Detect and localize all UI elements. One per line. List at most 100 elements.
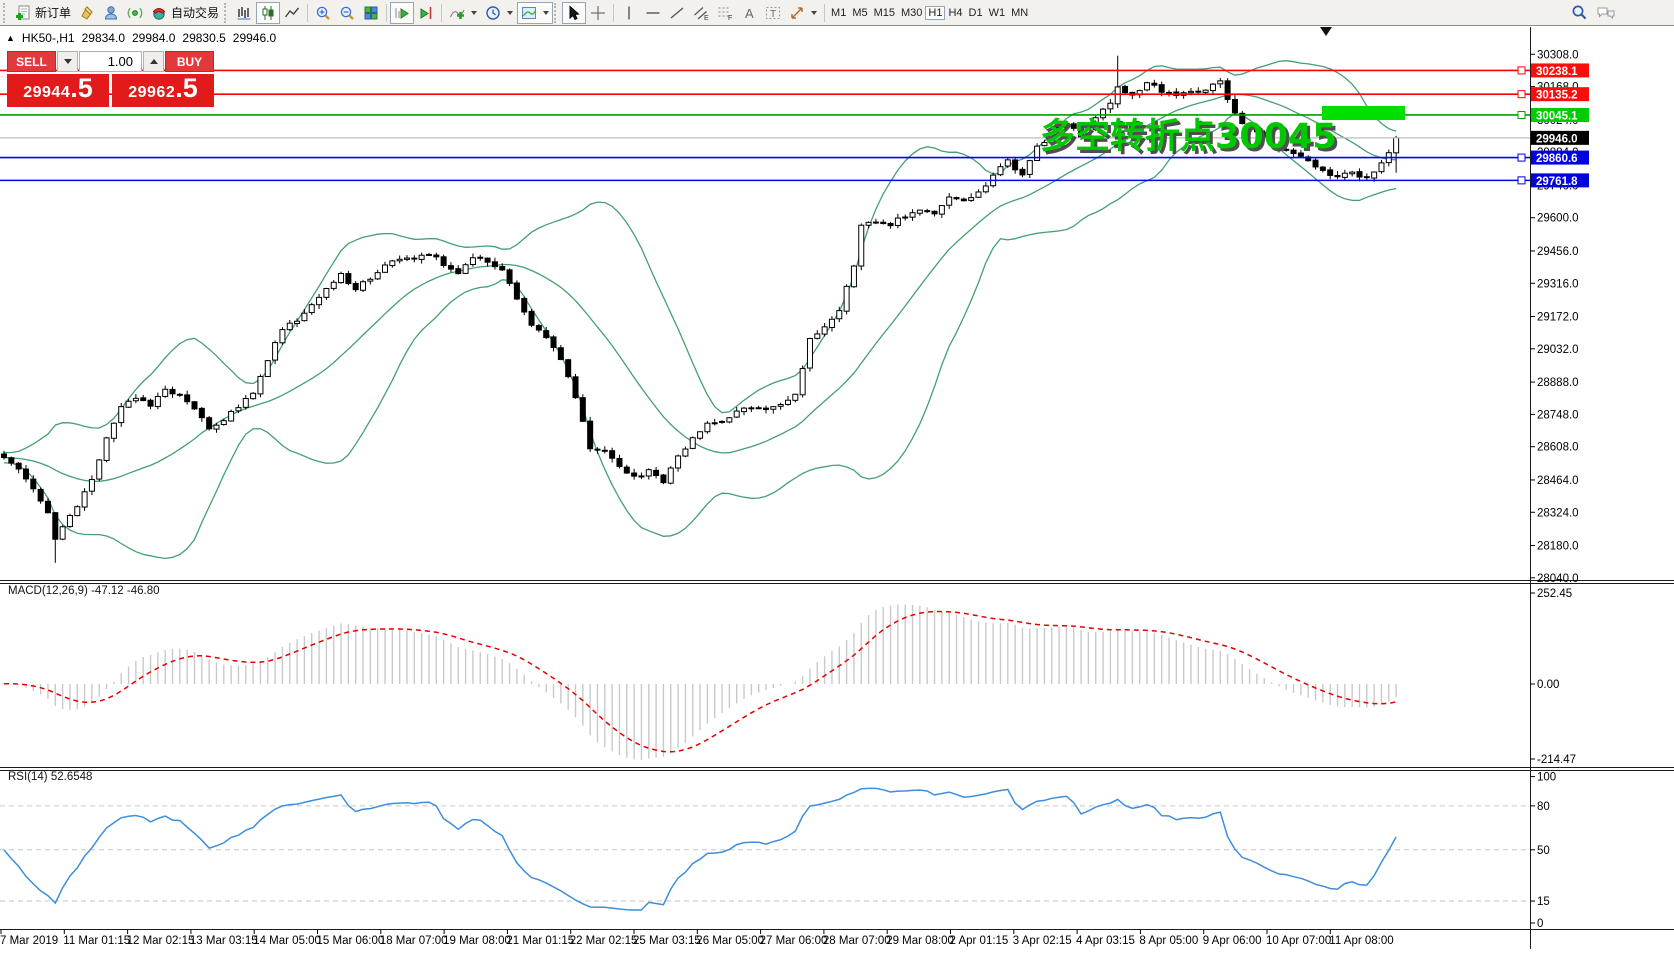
cursor-button[interactable] [562,2,586,24]
equidistant-channel-button[interactable]: E [689,2,713,24]
candle-body [361,282,366,291]
candle-body [390,261,395,266]
zoom-in-button[interactable] [311,2,335,24]
chart-canvas[interactable]: 30308.030168.030024.029884.029740.029600… [0,0,1674,949]
zoom-out-icon [339,5,355,21]
text-button[interactable]: A [737,2,761,24]
arrows-icon [789,5,805,21]
tile-windows-button[interactable] [359,2,383,24]
price-axis[interactable]: 30308.030168.030024.029884.029740.029600… [1530,49,1589,930]
candle-body [815,334,820,338]
timeframe-button-h4[interactable]: H4 [945,6,965,20]
trendline-icon [669,5,685,21]
volume-input[interactable] [79,51,142,72]
level-handle-icon[interactable] [1518,111,1525,118]
templates-button[interactable] [517,2,553,24]
arrows-button[interactable] [785,2,821,24]
time-tick-label: 29 Mar 08:00 [886,935,954,947]
clock-icon [485,5,501,21]
fibonacci-button[interactable]: F [713,2,737,24]
down-arrow-marker-icon[interactable] [1320,27,1332,36]
timeframe-button-mn[interactable]: MN [1008,6,1031,20]
candle-body [1225,81,1230,100]
buy-price-button[interactable]: 29962 .5 [112,74,214,107]
zoom-out-button[interactable] [335,2,359,24]
text-label-button[interactable]: T [761,2,785,24]
time-axis[interactable]: 7 Mar 201911 Mar 01:1512 Mar 02:1513 Mar… [0,930,1394,947]
timeframe-button-m30[interactable]: M30 [898,6,925,20]
candle-body [104,438,109,461]
candle-body [676,456,681,468]
rsi-tick-label: 15 [1537,896,1550,908]
level-handle-icon[interactable] [1518,91,1525,98]
timeframe-button-h1[interactable]: H1 [925,6,945,20]
candle-body [16,463,21,469]
candle-body [1152,83,1157,85]
toolbar-grip [224,3,229,23]
candle-body [734,411,739,417]
trendline-button[interactable] [665,2,689,24]
candle-body [258,376,263,393]
chart-shift-button[interactable] [414,2,438,24]
candlestick-icon [260,5,276,21]
timeframe-button-m1[interactable]: M1 [828,6,849,20]
timeframe-button-d1[interactable]: D1 [966,6,986,20]
volume-decrease-button[interactable] [57,51,78,72]
macd-name: MACD(12,26,9) [8,585,88,597]
candle-body [1123,86,1128,92]
sell-button[interactable]: SELL [7,51,56,72]
candle-body [742,408,747,411]
volume-increase-button[interactable] [143,51,164,72]
candle-body [280,330,285,343]
time-tick-label: 26 Mar 05:00 [696,935,764,947]
candle-body [793,394,798,400]
candle-body [119,407,124,423]
candlestick-chart-button[interactable] [256,2,280,24]
price-tick-label: 30308.0 [1537,49,1579,61]
crosshair-button[interactable] [586,2,610,24]
timeframe-button-m5[interactable]: M5 [849,6,870,20]
metaeditor-button[interactable] [75,2,99,24]
search-button[interactable] [1567,2,1592,24]
timeframe-button-m15[interactable]: M15 [871,6,898,20]
candle-body [485,258,490,262]
horizontal-line-button[interactable] [641,2,665,24]
macd-pane [4,604,1396,760]
line-chart-button[interactable] [280,2,304,24]
auto-scroll-button[interactable] [390,2,414,24]
collapse-icon[interactable]: ▲ [6,33,15,43]
new-order-button[interactable]: 新订单 [11,2,75,24]
candle-body [1145,83,1150,90]
buy-button[interactable]: BUY [165,51,214,72]
sell-price-button[interactable]: 29944 .5 [7,74,109,107]
timeframe-button-w1[interactable]: W1 [986,6,1009,20]
fibo-letter: F [728,15,732,21]
candle-body [683,449,688,456]
toolbar-grip [3,3,8,23]
candle-body [1328,170,1333,176]
signals-button[interactable] [123,2,147,24]
cursor-icon [566,5,582,21]
profiles-button[interactable] [99,2,123,24]
text-a-letter: A [745,6,754,21]
vertical-line-button[interactable] [617,2,641,24]
autotrading-button[interactable]: 自动交易 [147,2,223,24]
candle-body [807,338,812,368]
rsi-tick-label: 80 [1537,801,1550,813]
candle-body [602,450,607,451]
chat-icon [1596,5,1616,21]
chat-button[interactable] [1592,2,1620,24]
candle-body [1115,87,1120,104]
bar-chart-button[interactable] [232,2,256,24]
candle-body [873,222,878,223]
level-handle-icon[interactable] [1518,177,1525,184]
level-handle-icon[interactable] [1518,67,1525,74]
candle-body [566,360,571,377]
chart-annotation-text[interactable]: 多空转折点30045 [1040,108,1337,159]
toolbar-separator [386,4,387,22]
periods-button[interactable] [481,2,517,24]
level-handle-icon[interactable] [1518,154,1525,161]
sell-price-frac: .5 [70,77,93,99]
indicators-button[interactable] [445,2,481,24]
candle-body [404,258,409,259]
